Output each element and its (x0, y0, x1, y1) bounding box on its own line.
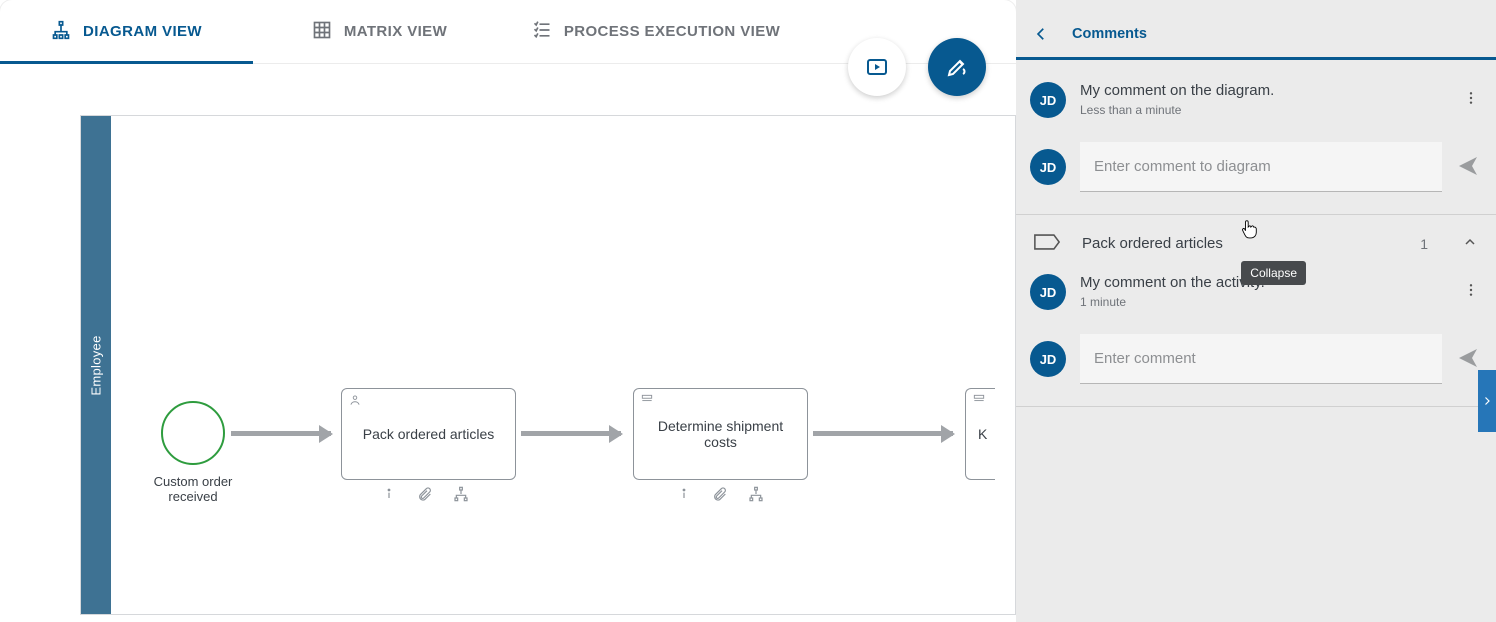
form-icon (640, 393, 654, 410)
send-comment-button[interactable] (1456, 346, 1482, 373)
cursor-icon (1241, 219, 1259, 239)
edit-tools-button[interactable] (928, 38, 986, 96)
play-presentation-button[interactable] (848, 38, 906, 96)
tab-process-execution-view[interactable]: PROCESS EXECUTION VIEW (506, 0, 806, 63)
back-button[interactable] (1016, 25, 1066, 43)
task-label: Pack ordered articles (363, 426, 495, 442)
task-pack-ordered-articles[interactable]: Pack ordered articles (341, 388, 516, 480)
comment-input-field[interactable] (1080, 334, 1442, 384)
comment-time: 1 minute (1080, 295, 1446, 309)
comments-header: Comments (1016, 10, 1496, 60)
task-label: K (978, 426, 987, 442)
activity-shape-icon (1034, 233, 1062, 254)
avatar: JD (1030, 274, 1066, 310)
task-determine-shipment-costs[interactable]: Determine shipment costs (633, 388, 808, 480)
activity-comments-group: Pack ordered articles 1 Collapse JD My c… (1016, 215, 1496, 407)
sitemap-icon[interactable] (748, 486, 764, 505)
task-partial-right[interactable]: K (965, 388, 995, 480)
sequence-flow[interactable] (231, 431, 331, 436)
user-icon (348, 393, 362, 410)
sequence-flow[interactable] (521, 431, 621, 436)
send-comment-button[interactable] (1456, 154, 1482, 181)
start-event-node[interactable] (161, 401, 225, 465)
comment-item: JD My comment on the diagram. Less than … (1030, 82, 1482, 118)
sequence-flow[interactable] (813, 431, 953, 436)
diagram-lane-container: Employee Custom order received Pack orde… (80, 115, 1016, 622)
expand-panel-tab[interactable] (1478, 370, 1496, 432)
list-check-icon (532, 20, 552, 44)
avatar: JD (1030, 82, 1066, 118)
sitemap-icon[interactable] (453, 486, 469, 505)
activity-comment-input-row: JD (1030, 334, 1482, 384)
comment-input[interactable] (1080, 158, 1442, 175)
diagram-comment-input-row: JD (1030, 142, 1482, 192)
diagram-comments-section: JD My comment on the diagram. Less than … (1016, 60, 1496, 215)
attachment-icon[interactable] (712, 486, 728, 505)
comments-panel: Comments JD My comment on the diagram. L… (1016, 0, 1496, 622)
activity-comment-count: 1 (1420, 236, 1428, 252)
comment-menu-button[interactable] (1460, 82, 1482, 114)
comments-title: Comments (1072, 26, 1147, 42)
tab-diagram-view[interactable]: DIAGRAM VIEW (0, 0, 253, 63)
canvas-pane: DIAGRAM VIEW MATRIX VIEW PROCESS EXECUTI… (0, 0, 1016, 622)
sitemap-icon (51, 20, 71, 44)
comment-input-field[interactable] (1080, 142, 1442, 192)
form-icon (972, 393, 986, 410)
comment-input[interactable] (1080, 350, 1442, 367)
avatar: JD (1030, 341, 1066, 377)
collapse-button[interactable] (1462, 234, 1478, 253)
start-event-label: Custom order received (133, 474, 253, 504)
lane-header[interactable]: Employee (81, 116, 111, 614)
tooltip: Collapse (1241, 261, 1306, 285)
info-icon[interactable] (676, 486, 692, 505)
grid-icon (312, 20, 332, 44)
info-icon[interactable] (381, 486, 397, 505)
task-attributes (676, 486, 764, 505)
avatar: JD (1030, 149, 1066, 185)
comment-text: My comment on the diagram. (1080, 82, 1446, 99)
comment-time: Less than a minute (1080, 103, 1446, 117)
lane-name: Employee (89, 335, 104, 395)
tab-matrix-view[interactable]: MATRIX VIEW (253, 0, 506, 63)
swimlane[interactable]: Employee Custom order received Pack orde… (80, 115, 1016, 615)
attachment-icon[interactable] (417, 486, 433, 505)
tab-label: DIAGRAM VIEW (83, 23, 202, 40)
tab-label: MATRIX VIEW (344, 23, 447, 40)
task-label: Determine shipment costs (642, 418, 799, 450)
task-attributes (381, 486, 469, 505)
tab-label: PROCESS EXECUTION VIEW (564, 23, 780, 40)
comment-menu-button[interactable] (1460, 274, 1482, 306)
